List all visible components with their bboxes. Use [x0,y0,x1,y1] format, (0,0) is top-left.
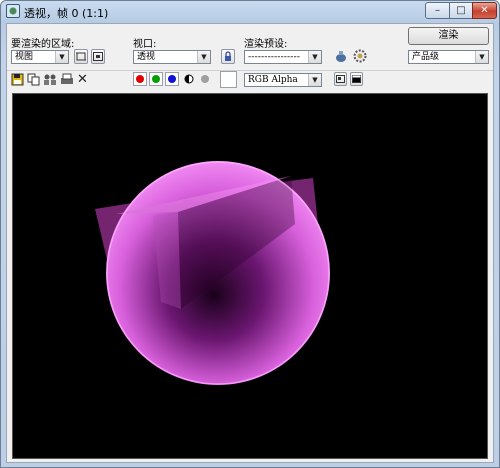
area-to-render-label: 要渲染的区域: [11,39,75,50]
render-preset-value: ---------------- [248,52,300,62]
render-preset-label: 渲染预设: [244,39,288,50]
render-preset-select[interactable]: ---------------- ▼ [244,50,322,64]
display-icon [352,75,361,83]
display-channel-select[interactable]: RGB Alpha ▼ [244,73,322,87]
rendered-scene [95,161,330,385]
toggle-ui-overlay-button[interactable] [334,72,347,86]
quality-value: 产品级 [412,52,440,62]
environment-button[interactable] [352,48,368,64]
render-button[interactable]: 渲染 [408,27,489,45]
blue-channel-toggle[interactable] [165,72,179,86]
chevron-down-icon: ▼ [197,51,210,63]
print-button[interactable] [60,73,74,86]
red-channel-toggle[interactable] [133,72,147,86]
clear-image-button[interactable]: ✕ [76,73,89,86]
lock-icon [225,51,231,61]
render-frame-client: 要渲染的区域: 视口: 渲染预设: 渲染 视图 ▼ 透视 ▼ ---------… [6,23,494,463]
teapot-icon [336,51,346,62]
quality-select[interactable]: 产品级 ▼ [408,50,489,64]
overlay-icon [336,75,345,83]
region-auto-icon [93,52,103,61]
blue-channel-icon [168,75,176,83]
copy-image-button[interactable] [27,73,40,86]
chevron-down-icon: ▼ [308,74,321,86]
save-icon [11,73,24,86]
printer-icon [61,73,73,84]
region-edit-icon [76,52,86,61]
half-circle-icon [184,74,194,84]
green-channel-toggle[interactable] [149,72,163,86]
mono-toggle[interactable] [182,72,196,86]
lock-viewport-button[interactable] [221,49,235,64]
toggle-ui-button[interactable] [350,72,363,86]
save-image-button[interactable] [11,73,24,86]
alpha-channel-icon [201,75,209,83]
render-frame-window: 透视，帧 0 (1:1) – □ ✕ 要渲染的区域: 视口: 渲染预设: 渲染 … [0,0,500,468]
auto-region-button[interactable] [91,49,105,64]
gear-icon [353,49,367,63]
chevron-down-icon: ▼ [55,51,68,63]
background-color-swatch[interactable] [220,71,237,88]
viewport-value: 透视 [137,52,156,62]
minimize-button[interactable]: – [425,2,450,19]
clone-window-button[interactable] [43,73,57,86]
viewport-select[interactable]: 透视 ▼ [133,50,211,64]
toolbar-divider [7,70,493,71]
chevron-down-icon: ▼ [475,51,488,63]
edit-region-button[interactable] [74,49,88,64]
copy-icon [27,73,40,86]
close-button[interactable]: ✕ [472,2,497,19]
area-to-render-value: 视图 [15,52,34,62]
close-icon: ✕ [77,72,88,87]
app-icon [6,4,20,18]
rendered-image-viewport[interactable] [12,93,488,459]
maximize-button[interactable]: □ [449,2,473,19]
display-channel-value: RGB Alpha [248,75,298,85]
red-channel-icon [136,75,144,83]
chevron-down-icon: ▼ [308,51,321,63]
alpha-channel-toggle[interactable] [198,72,212,86]
green-channel-icon [152,75,160,83]
clone-icon [44,74,56,85]
render-setup-button[interactable] [334,48,348,64]
area-to-render-select[interactable]: 视图 ▼ [11,50,69,64]
viewport-label: 视口: [133,39,157,50]
window-title: 透视，帧 0 (1:1) [24,7,109,20]
title-bar[interactable]: 透视，帧 0 (1:1) – □ ✕ [1,1,499,21]
